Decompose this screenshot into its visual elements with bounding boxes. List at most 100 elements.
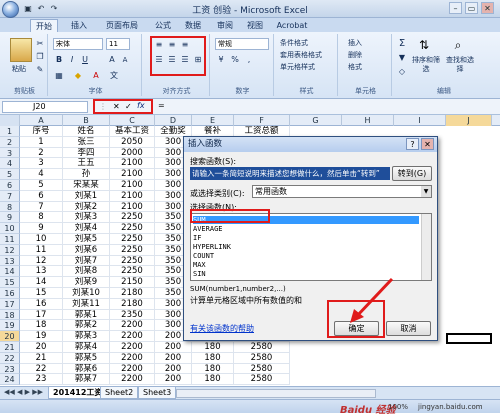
table-format-button[interactable]: 套用表格格式 bbox=[280, 50, 322, 60]
table-cell[interactable]: 刘某1 bbox=[63, 190, 110, 202]
table-cell[interactable]: 19 bbox=[20, 331, 63, 342]
row-header[interactable]: 14 bbox=[0, 266, 20, 278]
align-center-icon[interactable]: ☰ bbox=[166, 54, 178, 66]
column-header[interactable]: C bbox=[110, 115, 155, 126]
column-header[interactable]: A bbox=[20, 115, 63, 126]
row-header[interactable]: 2 bbox=[0, 136, 20, 148]
function-item[interactable]: IF bbox=[193, 234, 419, 242]
table-cell[interactable]: 2100 bbox=[110, 190, 155, 202]
table-cell[interactable]: 2100 bbox=[110, 169, 155, 180]
table-cell[interactable]: 刘某2 bbox=[63, 201, 110, 213]
table-cell[interactable]: 2 bbox=[20, 147, 63, 159]
sheet-tab-1[interactable]: 201412工资 bbox=[48, 387, 108, 399]
table-cell[interactable]: 王五 bbox=[63, 158, 110, 170]
paste-icon[interactable] bbox=[10, 38, 32, 62]
row-header[interactable]: 13 bbox=[0, 255, 20, 267]
table-cell[interactable]: 郭某6 bbox=[63, 363, 110, 375]
cut-icon[interactable]: ✂ bbox=[34, 38, 46, 50]
row-header[interactable]: 11 bbox=[0, 234, 20, 245]
table-cell[interactable]: 宋某某 bbox=[63, 180, 110, 191]
currency-icon[interactable]: ¥ bbox=[215, 54, 227, 66]
row-header[interactable]: 19 bbox=[0, 320, 20, 332]
bold-button[interactable]: B bbox=[53, 54, 65, 66]
autosum-button[interactable]: Σ bbox=[396, 38, 408, 50]
underline-button[interactable]: U bbox=[79, 54, 91, 66]
table-cell[interactable]: 180 bbox=[192, 342, 234, 353]
table-cell[interactable]: 2100 bbox=[110, 201, 155, 213]
tab-acrobat[interactable]: Acrobat bbox=[272, 19, 312, 32]
table-cell[interactable]: 李四 bbox=[63, 147, 110, 159]
table-cell[interactable]: 郭某7 bbox=[63, 374, 110, 386]
tab-review[interactable]: 审阅 bbox=[212, 19, 238, 32]
table-cell[interactable]: 2350 bbox=[110, 309, 155, 321]
table-cell[interactable]: 10 bbox=[20, 234, 63, 245]
table-cell[interactable]: 刘某9 bbox=[63, 277, 110, 288]
table-cell[interactable]: 2050 bbox=[110, 136, 155, 148]
fill-icon[interactable]: ▼ bbox=[396, 52, 408, 64]
font-color-icon[interactable]: A bbox=[90, 70, 102, 82]
table-cell[interactable]: 2100 bbox=[110, 180, 155, 191]
insert-cells-button[interactable]: 插入 bbox=[348, 38, 362, 48]
table-cell[interactable]: 2150 bbox=[110, 277, 155, 288]
function-item[interactable]: MAX bbox=[193, 261, 419, 269]
table-cell[interactable]: 2250 bbox=[110, 244, 155, 256]
table-cell[interactable]: 6 bbox=[20, 190, 63, 202]
tab-home[interactable]: 开始 bbox=[30, 19, 58, 32]
format-cells-button[interactable]: 格式 bbox=[348, 62, 362, 72]
column-header[interactable]: D bbox=[155, 115, 192, 126]
row-header[interactable]: 8 bbox=[0, 201, 20, 213]
confirm-entry-button[interactable]: ✓ bbox=[125, 102, 132, 111]
table-cell[interactable]: 刘某8 bbox=[63, 266, 110, 278]
table-cell[interactable]: 180 bbox=[192, 374, 234, 386]
tab-insert[interactable]: 插入 bbox=[66, 19, 92, 32]
row-header[interactable]: 15 bbox=[0, 277, 20, 288]
table-cell[interactable]: 200 bbox=[155, 374, 192, 386]
table-cell[interactable]: 2200 bbox=[110, 352, 155, 364]
delete-cells-button[interactable]: 删除 bbox=[348, 50, 362, 60]
table-cell[interactable]: 18 bbox=[20, 320, 63, 332]
table-cell[interactable]: 2250 bbox=[110, 255, 155, 267]
font-size-select[interactable]: 11 bbox=[106, 38, 130, 50]
close-window-button[interactable]: ✕ bbox=[481, 2, 494, 14]
table-cell[interactable]: 郭某3 bbox=[63, 331, 110, 342]
select-all-corner[interactable] bbox=[0, 115, 20, 126]
function-help-link[interactable]: 有关该函数的帮助 bbox=[190, 323, 254, 334]
grow-font-button[interactable]: A bbox=[106, 54, 118, 66]
sort-filter-icon[interactable]: ⇅ bbox=[416, 38, 432, 54]
horizontal-scrollbar[interactable] bbox=[176, 389, 376, 398]
row-header[interactable]: 23 bbox=[0, 363, 20, 375]
number-format-select[interactable]: 常规 bbox=[215, 38, 269, 50]
header-cell[interactable]: 序号 bbox=[20, 126, 63, 137]
table-cell[interactable]: 13 bbox=[20, 266, 63, 278]
table-cell[interactable]: 14 bbox=[20, 277, 63, 288]
table-cell[interactable]: 郭某4 bbox=[63, 342, 110, 353]
find-select-icon[interactable]: ⌕ bbox=[450, 38, 466, 54]
table-cell[interactable]: 200 bbox=[155, 342, 192, 353]
dialog-help-button[interactable]: ? bbox=[406, 138, 419, 150]
table-cell[interactable]: 孙 bbox=[63, 169, 110, 180]
chevron-down-icon[interactable]: ▼ bbox=[421, 186, 431, 197]
table-cell[interactable]: 2200 bbox=[110, 342, 155, 353]
table-cell[interactable]: 17 bbox=[20, 309, 63, 321]
maximize-button[interactable]: ▭ bbox=[465, 2, 478, 14]
column-header[interactable]: F bbox=[234, 115, 290, 126]
table-cell[interactable]: 张三 bbox=[63, 136, 110, 148]
sheet-tab-3[interactable]: Sheet3 bbox=[138, 387, 177, 399]
row-header[interactable]: 16 bbox=[0, 288, 20, 299]
table-cell[interactable]: 2580 bbox=[234, 342, 290, 353]
column-header[interactable]: B bbox=[63, 115, 110, 126]
table-cell[interactable]: 2100 bbox=[110, 158, 155, 170]
italic-button[interactable]: I bbox=[66, 54, 78, 66]
sheet-nav-icon[interactable]: ◀◀ ◀ ▶ ▶▶ bbox=[4, 388, 43, 396]
comma-button[interactable]: , bbox=[243, 54, 255, 66]
column-header[interactable]: J bbox=[446, 115, 492, 126]
table-cell[interactable]: 1 bbox=[20, 136, 63, 148]
table-cell[interactable]: 22 bbox=[20, 363, 63, 375]
conditional-format-button[interactable]: 条件格式 bbox=[280, 38, 308, 48]
paste-button[interactable]: 粘贴 bbox=[12, 64, 26, 74]
row-header[interactable]: 5 bbox=[0, 169, 20, 180]
go-button[interactable]: 转到(G) bbox=[392, 166, 432, 181]
row-header[interactable]: 1 bbox=[0, 126, 20, 137]
row-header[interactable]: 7 bbox=[0, 190, 20, 202]
fill-color-icon[interactable]: ◆ bbox=[72, 70, 84, 82]
